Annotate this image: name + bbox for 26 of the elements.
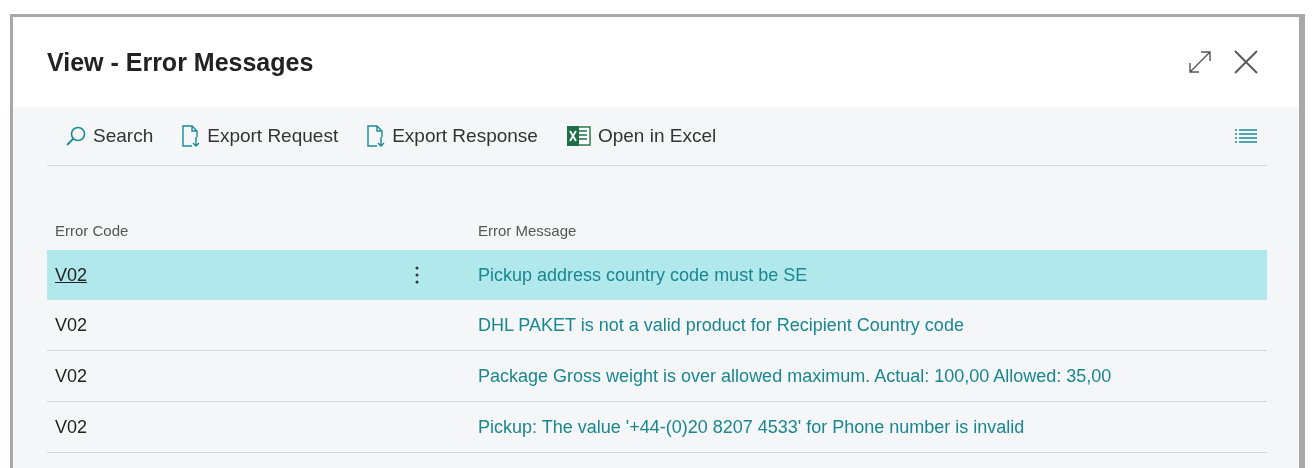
error-message-link[interactable]: Package Gross weight is over allowed maximum. Actual: 100,00 Allowed: 35,00 — [478, 365, 1112, 387]
table-cell: V02 — [55, 416, 88, 438]
expand-icon[interactable] — [1187, 49, 1213, 75]
error-code-link[interactable]: V02 — [55, 264, 88, 286]
table-cell: V02 — [55, 314, 88, 336]
table-row[interactable]: V02 Pickup: The value '+44-(0)20 8207 4533' for Phone number is invalid — [47, 402, 1267, 453]
table-row[interactable]: V02 Package Gross weight is over allowed maximum. Actual: 100,00 Allowed: 35,00 — [47, 351, 1267, 402]
selected-row[interactable]: V02 Pickup address country code must be SE — [47, 250, 1267, 300]
more-options-icon[interactable] — [414, 265, 419, 285]
toolbar-button[interactable]: Export Response — [362, 122, 542, 150]
spreadsheet-icon — [565, 125, 592, 147]
error-message-link[interactable]: DHL PAKET is not a valid product for Recipient Country code — [478, 314, 964, 336]
list-view-icon[interactable] — [1235, 128, 1257, 144]
search-icon — [65, 125, 87, 147]
table-cell: V02 — [55, 365, 88, 387]
toolbar-button[interactable]: Open in Excel — [561, 122, 721, 150]
document-arrow-icon — [181, 124, 202, 148]
close-icon[interactable] — [1233, 49, 1259, 75]
search-button[interactable]: Search — [61, 122, 158, 150]
column-header: Error Code — [54, 221, 130, 239]
error-message-link[interactable]: Pickup: The value '+44-(0)20 8207 4533' for Phone number is invalid — [478, 416, 1025, 438]
document-arrow-icon — [366, 124, 387, 148]
column-header: Error Message — [477, 221, 578, 239]
table-row[interactable]: V02 DHL PAKET is not a valid product for Recipient Country code — [47, 300, 1267, 351]
toolbar-button[interactable]: Export Request — [177, 122, 343, 150]
dialog-title: View - Error Messages — [47, 47, 314, 77]
